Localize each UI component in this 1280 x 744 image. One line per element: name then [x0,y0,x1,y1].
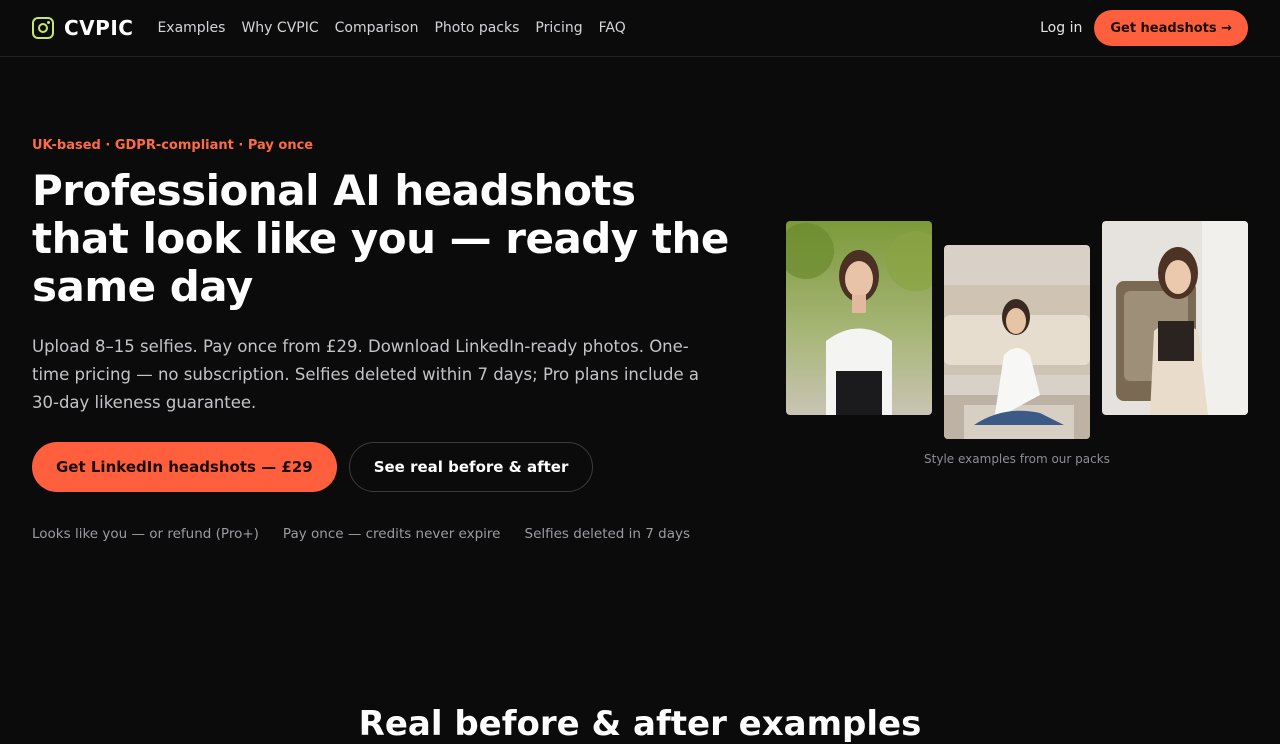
nav-link-comparison[interactable]: Comparison [335,20,419,36]
example-photo-outdoor [786,221,932,415]
example-photo-sofa [944,245,1090,439]
nav-link-faq[interactable]: FAQ [599,20,626,36]
before-after-section-heading: Real before & after examples [358,704,922,744]
trust-point-refund: Looks like you — or refund (Pro+) [32,526,259,542]
get-headshots-button[interactable]: Get headshots → [1094,10,1248,46]
hero-cta-group: Get LinkedIn headshots — £29 See real be… [32,442,752,492]
nav-actions: Log in Get headshots → [1040,10,1248,46]
trust-point-selfies-deleted: Selfies deleted in 7 days [524,526,691,542]
nav-link-why-cvpic[interactable]: Why CVPIC [241,20,318,36]
example-photo-armchair [1102,221,1248,415]
hero-headline: Professional AI headshots that look like… [32,166,729,311]
nav-link-pricing[interactable]: Pricing [535,20,582,36]
trust-points: Looks like you — or refund (Pro+) Pay on… [32,526,752,542]
hero-eyebrow: UK-based · GDPR-compliant · Pay once [32,138,314,153]
top-navbar: CVPIC Examples Why CVPIC Comparison Phot… [0,0,1280,57]
hero-section: UK-based · GDPR-compliant · Pay once Pro… [32,138,752,542]
trust-point-pay-once: Pay once — credits never expire [282,526,501,542]
nav-link-photo-packs[interactable]: Photo packs [434,20,519,36]
get-linkedin-headshots-button[interactable]: Get LinkedIn headshots — £29 [32,442,337,492]
camera-icon [32,17,54,39]
nav-links: Examples Why CVPIC Comparison Photo pack… [157,20,625,36]
hero-subtitle: Upload 8–15 selfies. Pay once from £29. … [32,337,699,412]
gallery-caption: Style examples from our packs [924,452,1110,466]
brand-logo-link[interactable]: CVPIC [32,16,133,40]
brand-name: CVPIC [64,16,134,40]
login-link[interactable]: Log in [1040,20,1082,36]
style-examples-gallery [786,221,1248,439]
nav-link-examples[interactable]: Examples [157,20,225,36]
see-before-after-button[interactable]: See real before & after [348,442,594,492]
